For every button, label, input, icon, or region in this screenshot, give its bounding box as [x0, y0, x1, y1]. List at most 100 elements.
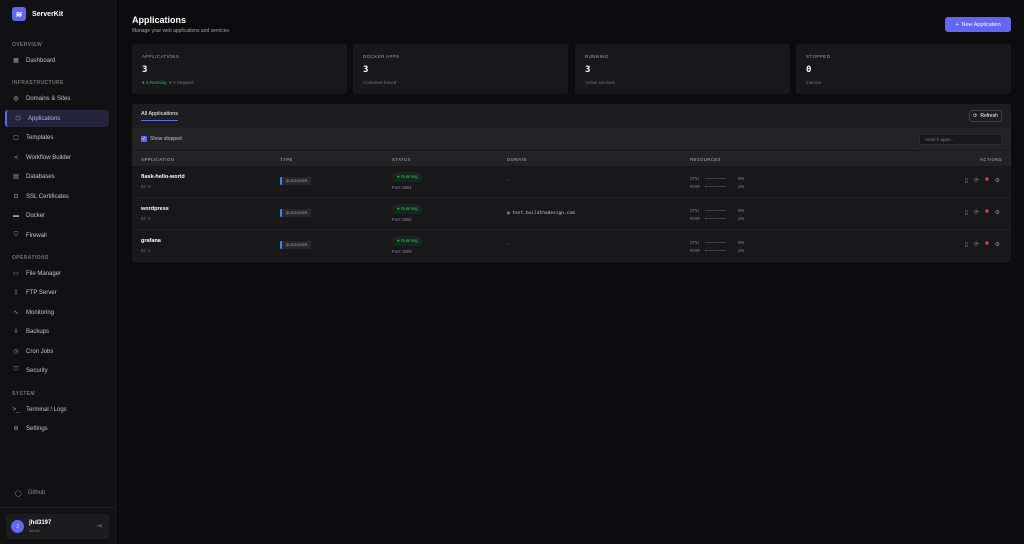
layers-icon: ⬡	[15, 116, 21, 122]
grid-icon: ▦	[13, 58, 19, 64]
brand[interactable]: ≋ ServerKit	[12, 7, 63, 21]
upload-icon: ⇪	[13, 290, 19, 296]
globe-icon: ◍	[13, 96, 19, 102]
settings-icon[interactable]: ⚙	[995, 177, 1000, 184]
type-badge: ⛭ DOCKER	[280, 177, 312, 185]
sidebar-item-ftp[interactable]: ⇪ FTP Server	[5, 284, 109, 301]
col-domain: DOMAIN	[507, 157, 527, 162]
sidebar-item-cron[interactable]: ◷ Cron Jobs	[5, 343, 109, 360]
gear-icon: ⚙	[13, 426, 19, 432]
terminal-icon: >_	[12, 406, 20, 413]
domain: ◍ test.buildthedesign.com	[507, 211, 575, 216]
label: Cron Jobs	[26, 348, 54, 355]
logs-icon[interactable]: ▯	[965, 177, 968, 184]
ram-bar	[705, 250, 726, 251]
folder-icon: ▭	[13, 271, 19, 277]
stat-card-running: RUNNING 3 Active services	[575, 44, 790, 94]
col-actions: ACTIONS	[979, 157, 1002, 162]
label: Docker	[26, 212, 46, 219]
logs-icon[interactable]: ▯	[965, 209, 968, 216]
sidebar-item-docker[interactable]: ▬ Docker	[5, 207, 109, 224]
stop-icon[interactable]: ■	[985, 177, 989, 184]
stat-value: 3	[142, 65, 148, 75]
stop-icon[interactable]: ■	[985, 241, 989, 248]
table-row[interactable]: grafana ID: 1 ⛭ DOCKER ● Running Port: 3…	[132, 230, 1011, 262]
label: New Application	[961, 21, 1001, 28]
cpu-usage: CPU 0%	[690, 208, 745, 213]
stopped-count: ● 0 Stopped	[169, 80, 194, 85]
stop-icon[interactable]: ■	[985, 209, 989, 216]
github-link[interactable]: ◯ Github	[15, 490, 45, 497]
settings-icon[interactable]: ⚙	[995, 241, 1000, 248]
sidebar-item-terminal[interactable]: >_ Terminal / Logs	[5, 401, 109, 418]
table-row[interactable]: wordpress ID: 2 ⛭ DOCKER ● Running Port:…	[132, 198, 1011, 230]
app-name[interactable]: flask-hello-world	[141, 174, 185, 180]
app-id: ID: 2	[141, 216, 151, 221]
sidebar-item-monitoring[interactable]: ∿ Monitoring	[5, 304, 109, 321]
sidebar-item-file-manager[interactable]: ▭ File Manager	[5, 265, 109, 282]
refresh-button[interactable]: ⟳ Refresh	[969, 110, 1002, 122]
restart-icon[interactable]: ⟳	[974, 177, 979, 184]
docker-icon: ⛭	[286, 210, 290, 215]
stat-card-stopped: STOPPED 0 Inactive	[796, 44, 1011, 94]
label: Terminal / Logs	[26, 406, 67, 413]
share-icon: ≺	[13, 155, 19, 161]
logout-icon[interactable]: ⇥	[96, 522, 102, 530]
col-status: STATUS	[392, 157, 411, 162]
status-badge: ● Running	[392, 204, 423, 214]
page-subtitle: Manage your web applications and service…	[132, 28, 229, 34]
sidebar-item-applications[interactable]: ⬡ Applications	[5, 110, 109, 127]
stat-sub: Container-based	[363, 80, 397, 85]
type-badge: ⛭ DOCKER	[280, 209, 312, 217]
label: Backups	[26, 328, 50, 335]
sidebar-item-domains[interactable]: ◍ Domains & Sites	[5, 90, 109, 107]
sidebar-item-dashboard[interactable]: ▦ Dashboard	[5, 52, 109, 69]
label: File Manager	[26, 270, 62, 277]
user-card[interactable]: J jhd3197 admin ⇥	[6, 514, 109, 539]
tab-all-applications[interactable]: All Applications	[141, 111, 178, 121]
sidebar-item-settings[interactable]: ⚙ Settings	[5, 420, 109, 437]
label: Monitoring	[26, 309, 55, 316]
sidebar-item-security[interactable]: ⛉ Security	[5, 362, 109, 379]
settings-icon[interactable]: ⚙	[995, 209, 1000, 216]
shield-icon: ⛉	[13, 232, 19, 238]
cpu-usage: CPU 0%	[690, 176, 745, 181]
app-name[interactable]: grafana	[141, 238, 161, 244]
brand-name: ServerKit	[32, 10, 64, 18]
label: Refresh	[980, 113, 998, 119]
label: Workflow Builder	[26, 154, 71, 161]
status-badge: ● Running	[392, 236, 423, 246]
stat-value: 0	[806, 65, 812, 75]
activity-icon: ∿	[13, 310, 19, 316]
cpu-bar	[705, 178, 726, 179]
restart-icon[interactable]: ⟳	[974, 209, 979, 216]
stat-card-docker: DOCKER APPS 3 Container-based	[353, 44, 568, 94]
app-name[interactable]: wordpress	[141, 206, 169, 212]
ram-bar	[705, 218, 726, 219]
avatar: J	[11, 520, 24, 533]
sidebar-item-workflow-builder[interactable]: ≺ Workflow Builder	[5, 149, 109, 166]
section-overview: OVERVIEW	[12, 42, 43, 48]
sidebar-item-backups[interactable]: ⇩ Backups	[5, 323, 109, 340]
ram-usage: RAM 2%	[690, 248, 745, 253]
label: FTP Server	[26, 289, 57, 296]
logs-icon[interactable]: ▯	[965, 241, 968, 248]
download-icon: ⇩	[13, 329, 19, 335]
table-row[interactable]: flask-hello-world ID: 3 ⛭ DOCKER ● Runni…	[132, 166, 1011, 198]
page-title: Applications	[132, 15, 187, 25]
restart-icon[interactable]: ⟳	[974, 241, 979, 248]
refresh-icon: ⟳	[973, 113, 978, 119]
sidebar-item-templates[interactable]: ▢ Templates	[5, 129, 109, 146]
sidebar-item-firewall[interactable]: ⛉ Firewall	[5, 227, 109, 244]
search-input[interactable]	[919, 134, 1002, 145]
running-count: ● 3 Running	[142, 80, 167, 85]
sidebar-item-ssl[interactable]: ⊡ SSL Certificates	[5, 188, 109, 205]
new-application-button[interactable]: + New Application	[945, 17, 1011, 32]
sidebar-item-databases[interactable]: ▤ Databases	[5, 168, 109, 185]
port: Port: 5001	[392, 185, 412, 190]
user-name: jhd3197	[29, 520, 52, 526]
stat-label: DOCKER APPS	[363, 54, 400, 59]
show-stopped-checkbox[interactable]: ✓	[141, 136, 147, 142]
globe-icon: ◍	[507, 211, 510, 216]
row-actions: ▯ ⟳ ■ ⚙	[965, 209, 1000, 216]
